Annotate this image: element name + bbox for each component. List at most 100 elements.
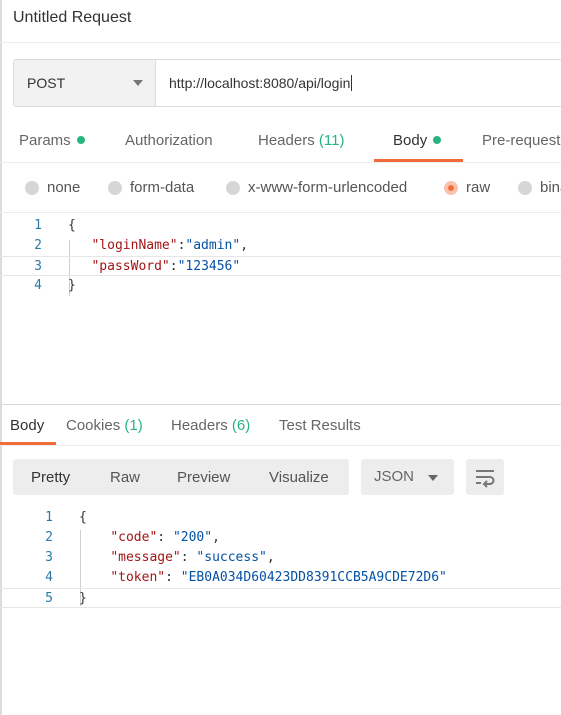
line-number: 3	[34, 259, 42, 274]
radio-label: raw	[466, 179, 491, 196]
view-pretty-button[interactable]: Pretty	[31, 469, 70, 486]
radio-selected-icon	[444, 180, 458, 195]
format-label: JSON	[374, 468, 415, 485]
radio-label: none	[47, 179, 81, 196]
format-select[interactable]: JSON	[361, 459, 454, 495]
radio-icon	[25, 180, 39, 195]
request-tabs: Params Authorization Headers (11) Body P…	[0, 122, 561, 162]
divider	[0, 162, 561, 163]
code-line: 2 "code": "200",	[0, 528, 561, 548]
code-text: "code": "200",	[110, 530, 220, 545]
radio-x-www-form-urlencoded[interactable]: x-www-form-urlencoded	[226, 179, 407, 196]
json-key: "code"	[110, 530, 158, 545]
radio-icon	[108, 180, 122, 195]
radio-raw[interactable]: raw	[444, 179, 490, 196]
tab-count: (1)	[124, 417, 143, 434]
method-select[interactable]: POST	[13, 59, 156, 107]
tab-label: Test Results	[279, 417, 361, 434]
divider	[0, 42, 561, 43]
code-text: "message": "success",	[110, 550, 275, 565]
body-type-options: none form-data x-www-form-urlencoded raw…	[0, 176, 561, 200]
status-dot	[433, 136, 442, 144]
response-body-viewer[interactable]: 1 { 2 "code": "200", 3 "message": "succe…	[0, 508, 561, 618]
code-line-active: 3 "passWord":"123456"	[0, 256, 561, 276]
line-number: 1	[34, 218, 42, 233]
view-mode-group: Pretty Raw Preview Visualize	[13, 459, 349, 495]
code-line: 1 {	[0, 216, 561, 236]
text-cursor	[351, 75, 353, 91]
code-line: 4 "token": "EB0A034D60423DD8391CCB5A9CDE…	[0, 568, 561, 588]
radio-form-data[interactable]: form-data	[108, 179, 194, 196]
radio-binary[interactable]: binary	[518, 179, 561, 196]
code-text: }	[79, 591, 87, 606]
response-tabs: Body Cookies (1) Headers (6) Test Result…	[0, 405, 561, 445]
url-value: http://localhost:8080/api/login	[169, 75, 351, 91]
tab-label: Headers	[171, 417, 228, 434]
tab-label: Body	[393, 132, 428, 149]
view-preview-button[interactable]: Preview	[177, 469, 230, 486]
radio-none[interactable]: none	[25, 179, 80, 196]
radio-label: binary	[540, 179, 561, 196]
request-title[interactable]: Untitled Request	[13, 9, 131, 27]
url-bar: POST http://localhost:8080/api/login	[13, 59, 561, 107]
json-key: "message"	[110, 550, 181, 565]
line-number: 5	[45, 591, 53, 606]
tab-authorization[interactable]: Authorization	[125, 132, 213, 149]
tab-label: Params	[19, 132, 71, 149]
code-text: }	[68, 278, 76, 293]
wrap-lines-button[interactable]	[466, 459, 504, 495]
code-line: 1 {	[0, 508, 561, 528]
json-value: "success"	[196, 550, 267, 565]
radio-icon	[518, 180, 532, 195]
json-value: "EB0A034D60423DD8391CCB5A9CDE72D6"	[180, 570, 447, 585]
tab-body[interactable]: Body	[393, 132, 442, 149]
view-visualize-button[interactable]: Visualize	[269, 469, 329, 486]
code-line: 2 "loginName":"admin",	[0, 236, 561, 256]
chevron-down-icon	[133, 80, 143, 86]
chevron-down-icon	[428, 475, 438, 481]
radio-label: x-www-form-urlencoded	[248, 179, 408, 196]
tab-headers[interactable]: Headers (11)	[258, 132, 344, 149]
code-line-active: 5 }	[0, 588, 561, 608]
url-input[interactable]: http://localhost:8080/api/login	[156, 59, 561, 107]
code-text: "passWord":"123456"	[91, 259, 241, 274]
code-text: {	[68, 218, 76, 233]
tab-response-body[interactable]: Body	[10, 417, 44, 434]
json-key: "loginName"	[91, 238, 178, 253]
method-label: POST	[27, 75, 66, 91]
code-text: {	[79, 510, 87, 525]
code-text: "token": "EB0A034D60423DD8391CCB5A9CDE72…	[110, 570, 447, 585]
line-number: 1	[45, 510, 53, 525]
json-key: "token"	[110, 570, 166, 585]
tab-label: Authorization	[125, 132, 213, 149]
line-number: 4	[34, 278, 42, 293]
radio-label: form-data	[130, 179, 195, 196]
radio-icon	[226, 180, 240, 195]
code-line: 4 }	[0, 276, 561, 296]
tab-label: Pre-request	[482, 132, 561, 149]
tab-response-headers[interactable]: Headers (6)	[171, 417, 250, 434]
divider	[0, 212, 561, 213]
line-number: 2	[45, 530, 53, 545]
view-raw-button[interactable]: Raw	[110, 469, 140, 486]
code-line: 3 "message": "success",	[0, 548, 561, 568]
tab-test-results[interactable]: Test Results	[279, 417, 361, 434]
line-number: 2	[34, 238, 42, 253]
tab-cookies[interactable]: Cookies (1)	[66, 417, 143, 434]
tab-label: Headers	[258, 132, 315, 149]
tab-count: (11)	[318, 132, 345, 149]
json-key: "passWord"	[91, 259, 170, 274]
json-value: "200"	[172, 530, 213, 545]
divider	[0, 445, 561, 446]
tab-label: Body	[10, 417, 45, 434]
line-number: 4	[45, 570, 53, 585]
request-body-editor[interactable]: 1 { 2 "loginName":"admin", 3 "passWord":…	[0, 214, 561, 404]
tab-label: Cookies	[66, 417, 121, 434]
line-number: 3	[45, 550, 53, 565]
json-value: "admin"	[185, 238, 241, 253]
json-value: "123456"	[177, 259, 241, 274]
tab-count: (6)	[231, 417, 251, 434]
tab-params[interactable]: Params	[19, 132, 85, 149]
tab-pre-request[interactable]: Pre-request	[482, 132, 560, 149]
wrap-lines-icon	[476, 470, 495, 488]
